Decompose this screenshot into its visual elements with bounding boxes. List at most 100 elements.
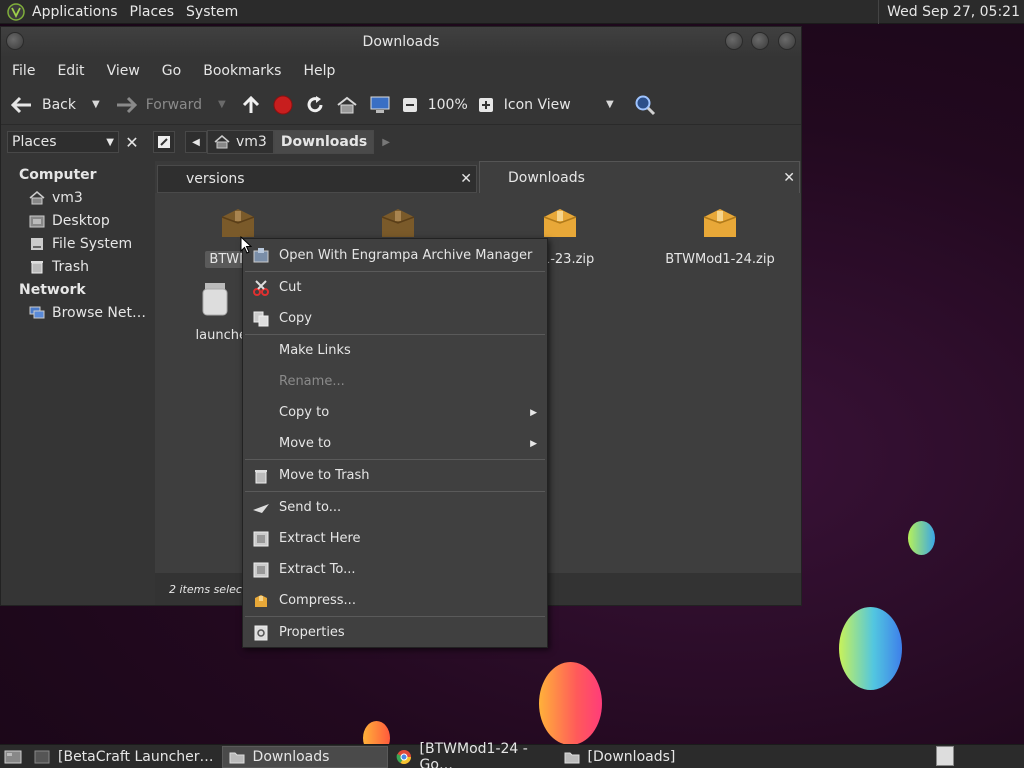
system-menu[interactable]: System <box>180 4 244 20</box>
computer-button[interactable] <box>363 89 397 121</box>
menu-item-properties[interactable]: Properties <box>243 617 547 648</box>
submenu-arrow-icon: ▶ <box>530 407 537 418</box>
task-downloads-2[interactable]: [Downloads] <box>558 746 682 768</box>
chevron-down-icon: ▼ <box>606 99 614 110</box>
extract-icon <box>251 529 271 549</box>
sidebar-item-desktop[interactable]: Desktop <box>5 209 150 232</box>
chevron-down-icon[interactable]: ▼ <box>92 99 100 110</box>
reload-button[interactable] <box>299 89 331 121</box>
up-arrow-icon <box>242 95 259 113</box>
zoom-out-button[interactable] <box>397 89 423 121</box>
mate-logo-icon[interactable] <box>6 2 26 22</box>
task-downloads[interactable]: Downloads <box>221 745 388 768</box>
places-sidebar: Computer vm3 Desktop File System Trash N… <box>5 163 150 581</box>
home-icon <box>214 135 230 149</box>
show-desktop-button[interactable] <box>0 746 26 768</box>
zip-package-icon <box>543 209 577 237</box>
bubble-decoration <box>839 607 902 690</box>
copy-icon <box>251 309 271 329</box>
back-button[interactable]: Back ▼ <box>5 89 105 121</box>
window-title: Downloads <box>362 34 440 50</box>
desktop-folder-icon <box>29 214 45 228</box>
search-button[interactable] <box>629 89 661 121</box>
sidebar-item-filesystem[interactable]: File System <box>5 232 150 255</box>
close-tab-icon[interactable]: ✕ <box>460 171 472 187</box>
menu-item-send-to[interactable]: Send to... <box>243 492 547 523</box>
task-chrome[interactable]: [BTWMod1-24 - Go… <box>390 741 556 768</box>
back-arrow-icon <box>10 96 31 113</box>
task-betacraft[interactable]: [BetaCraft Launcher… <box>28 746 220 768</box>
menu-item-copy[interactable]: Copy <box>243 303 547 334</box>
zoom-in-button[interactable] <box>473 89 499 121</box>
home-button[interactable] <box>331 89 363 121</box>
close-tab-icon[interactable]: ✕ <box>783 170 795 186</box>
menu-item-compress[interactable]: Compress... <box>243 585 547 616</box>
menu-view[interactable]: View <box>96 63 151 79</box>
tab-versions[interactable]: versions ✕ <box>157 165 477 193</box>
clock[interactable]: Wed Sep 27, 05:21 <box>878 0 1020 24</box>
menu-go[interactable]: Go <box>151 63 192 79</box>
pencil-icon <box>158 136 170 148</box>
crumb-downloads[interactable]: Downloads <box>273 130 375 154</box>
up-button[interactable] <box>235 89 267 121</box>
location-bar: Places ▼ ✕ ◀ vm3 Downloads ▶ <box>1 125 801 159</box>
menu-item-move-to-trash[interactable]: Move to Trash <box>243 460 547 491</box>
sidebar-item-browse-network[interactable]: Browse Net… <box>5 301 150 324</box>
menu-item-extract-here[interactable]: Extract Here <box>243 523 547 554</box>
zip-package-icon <box>703 209 737 237</box>
menu-item-copy-to[interactable]: Copy to ▶ <box>243 397 547 428</box>
minimize-button[interactable] <box>725 32 743 50</box>
forward-arrow-icon <box>116 96 137 113</box>
window-menu-button[interactable] <box>6 32 24 50</box>
menu-item-move-to[interactable]: Move to ▶ <box>243 428 547 459</box>
sidebar-header-computer: Computer <box>19 167 97 183</box>
sidebar-item-vm3[interactable]: vm3 <box>5 186 150 209</box>
close-window-button[interactable] <box>778 32 796 50</box>
window-titlebar[interactable]: Downloads <box>1 27 801 57</box>
menu-edit[interactable]: Edit <box>46 63 95 79</box>
crumb-vm3[interactable]: vm3 <box>207 130 274 154</box>
search-icon <box>635 95 655 115</box>
view-mode-select[interactable]: Icon View ▼ <box>499 89 619 121</box>
menu-bookmarks[interactable]: Bookmarks <box>192 63 292 79</box>
workspace-switcher[interactable] <box>936 746 954 766</box>
toolbar: Back ▼ Forward ▼ 100% Icon View ▼ <box>1 85 801 125</box>
top-panel: Applications Places System Wed Sep 27, 0… <box>0 0 1024 24</box>
zoom-out-icon <box>402 97 417 112</box>
tab-downloads[interactable]: Downloads ✕ <box>479 161 800 193</box>
menu-file[interactable]: File <box>1 63 46 79</box>
submenu-arrow-icon: ▶ <box>530 438 537 449</box>
menu-item-extract-to[interactable]: Extract To... <box>243 554 547 585</box>
mouse-cursor-icon <box>240 236 252 254</box>
package-icon <box>381 209 415 237</box>
scissors-icon <box>251 278 271 298</box>
stop-button[interactable] <box>267 89 299 121</box>
zoom-in-icon <box>478 97 493 112</box>
maximize-button[interactable] <box>751 32 769 50</box>
applications-menu[interactable]: Applications <box>26 4 124 20</box>
places-selector[interactable]: Places ▼ <box>7 131 119 153</box>
menu-item-make-links[interactable]: Make Links <box>243 335 547 366</box>
places-menu[interactable]: Places <box>124 4 181 20</box>
network-icon <box>29 306 45 320</box>
forward-button[interactable]: Forward ▼ <box>109 89 231 121</box>
file-item[interactable]: BTWMod1-24.zip <box>655 203 785 268</box>
zoom-level[interactable]: 100% <box>423 89 473 121</box>
folder-icon <box>564 750 580 764</box>
computer-icon <box>370 96 390 113</box>
reload-icon <box>307 95 323 112</box>
menu-item-open-with-engrampa[interactable]: Open With Engrampa Archive Manager <box>243 240 547 271</box>
menu-help[interactable]: Help <box>292 63 346 79</box>
crumb-left-button[interactable]: ◀ <box>185 131 207 153</box>
trash-icon <box>29 260 45 274</box>
properties-icon <box>251 623 271 643</box>
chevron-right-icon[interactable]: ▶ <box>382 137 390 148</box>
menu-item-rename[interactable]: Rename... <box>243 366 547 397</box>
menu-item-cut[interactable]: Cut <box>243 272 547 303</box>
sidebar-item-trash[interactable]: Trash <box>5 255 150 278</box>
app-icon <box>34 750 50 764</box>
edit-location-button[interactable] <box>153 131 175 153</box>
close-icon: ✕ <box>125 132 139 152</box>
chevron-down-icon[interactable]: ▼ <box>218 99 226 110</box>
close-sidebar-button[interactable]: ✕ <box>121 131 143 153</box>
